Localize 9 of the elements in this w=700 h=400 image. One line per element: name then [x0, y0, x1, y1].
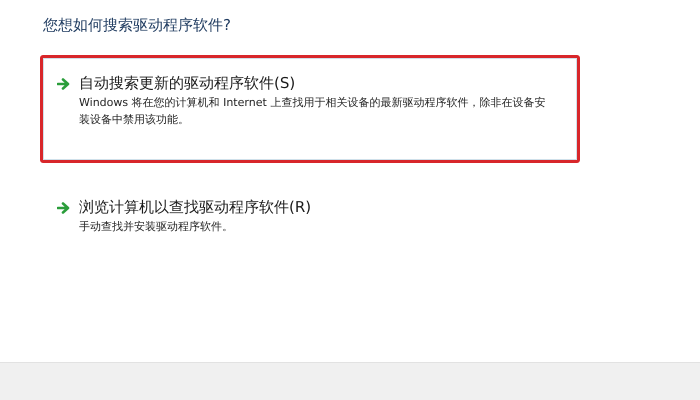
dialog-heading: 您想如何搜索驱动程序软件? [43, 15, 232, 36]
option-title: 浏览计算机以查找驱动程序软件(R) [79, 198, 312, 216]
option-title: 自动搜索更新的驱动程序软件(S) [79, 74, 296, 92]
arrow-icon [57, 202, 71, 214]
driver-option[interactable]: 浏览计算机以查找驱动程序软件(R) 手动查找并安装驱动程序软件。 [40, 178, 580, 250]
option-description: Windows 将在您的计算机和 Internet 上查找用于相关设备的最新驱动程序软件，除非在设备安装设备中禁用该功能。 [79, 94, 546, 128]
arrow-icon [57, 78, 71, 90]
option-description: 手动查找并安装驱动程序软件。 [79, 218, 234, 234]
driver-option[interactable]: 自动搜索更新的驱动程序软件(S) Windows 将在您的计算机和 Internet 上查找用于相关设备的最新驱动程序软件，除非在设备安装设备中禁用该功能。 [40, 54, 580, 162]
